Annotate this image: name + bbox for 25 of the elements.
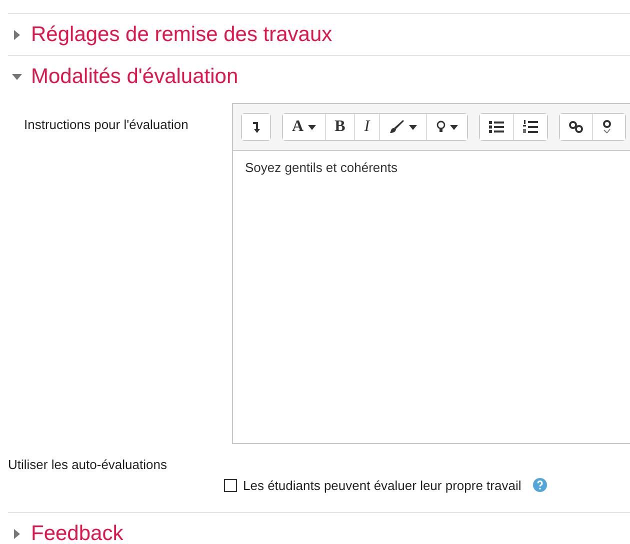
numbered-list-icon <box>522 120 538 134</box>
link-icon <box>568 121 583 133</box>
help-icon[interactable] <box>533 478 548 492</box>
arrow-down-icon <box>251 121 261 133</box>
section-title[interactable]: Réglages de remise des travaux <box>31 22 332 46</box>
section-title[interactable]: Feedback <box>31 522 124 544</box>
caret-icon <box>308 124 316 130</box>
font-button[interactable]: A <box>283 114 326 140</box>
indent-button[interactable] <box>242 114 270 140</box>
lightbulb-icon <box>436 120 446 134</box>
caret-icon <box>450 124 458 130</box>
brush-icon <box>388 120 405 134</box>
field-label: Instructions pour l'évaluation <box>23 116 190 134</box>
checkbox[interactable] <box>224 478 237 492</box>
expand-arrow-icon[interactable] <box>14 30 21 40</box>
section-title[interactable]: Modalités d'évaluation <box>31 64 238 88</box>
text-editor[interactable]: Soyez gentils et cohérents <box>233 151 630 443</box>
caret-icon <box>408 124 417 130</box>
link-button[interactable] <box>560 114 593 140</box>
checkbox-label[interactable]: Les étudiants peuvent évaluer leur propre travail <box>243 478 522 492</box>
field-label: Utiliser les auto-évaluations <box>7 456 168 474</box>
collapse-arrow-icon[interactable] <box>12 74 22 80</box>
expand-arrow-icon[interactable] <box>14 528 21 538</box>
bullets-button[interactable] <box>480 114 514 140</box>
bullet-list-icon <box>488 121 504 133</box>
